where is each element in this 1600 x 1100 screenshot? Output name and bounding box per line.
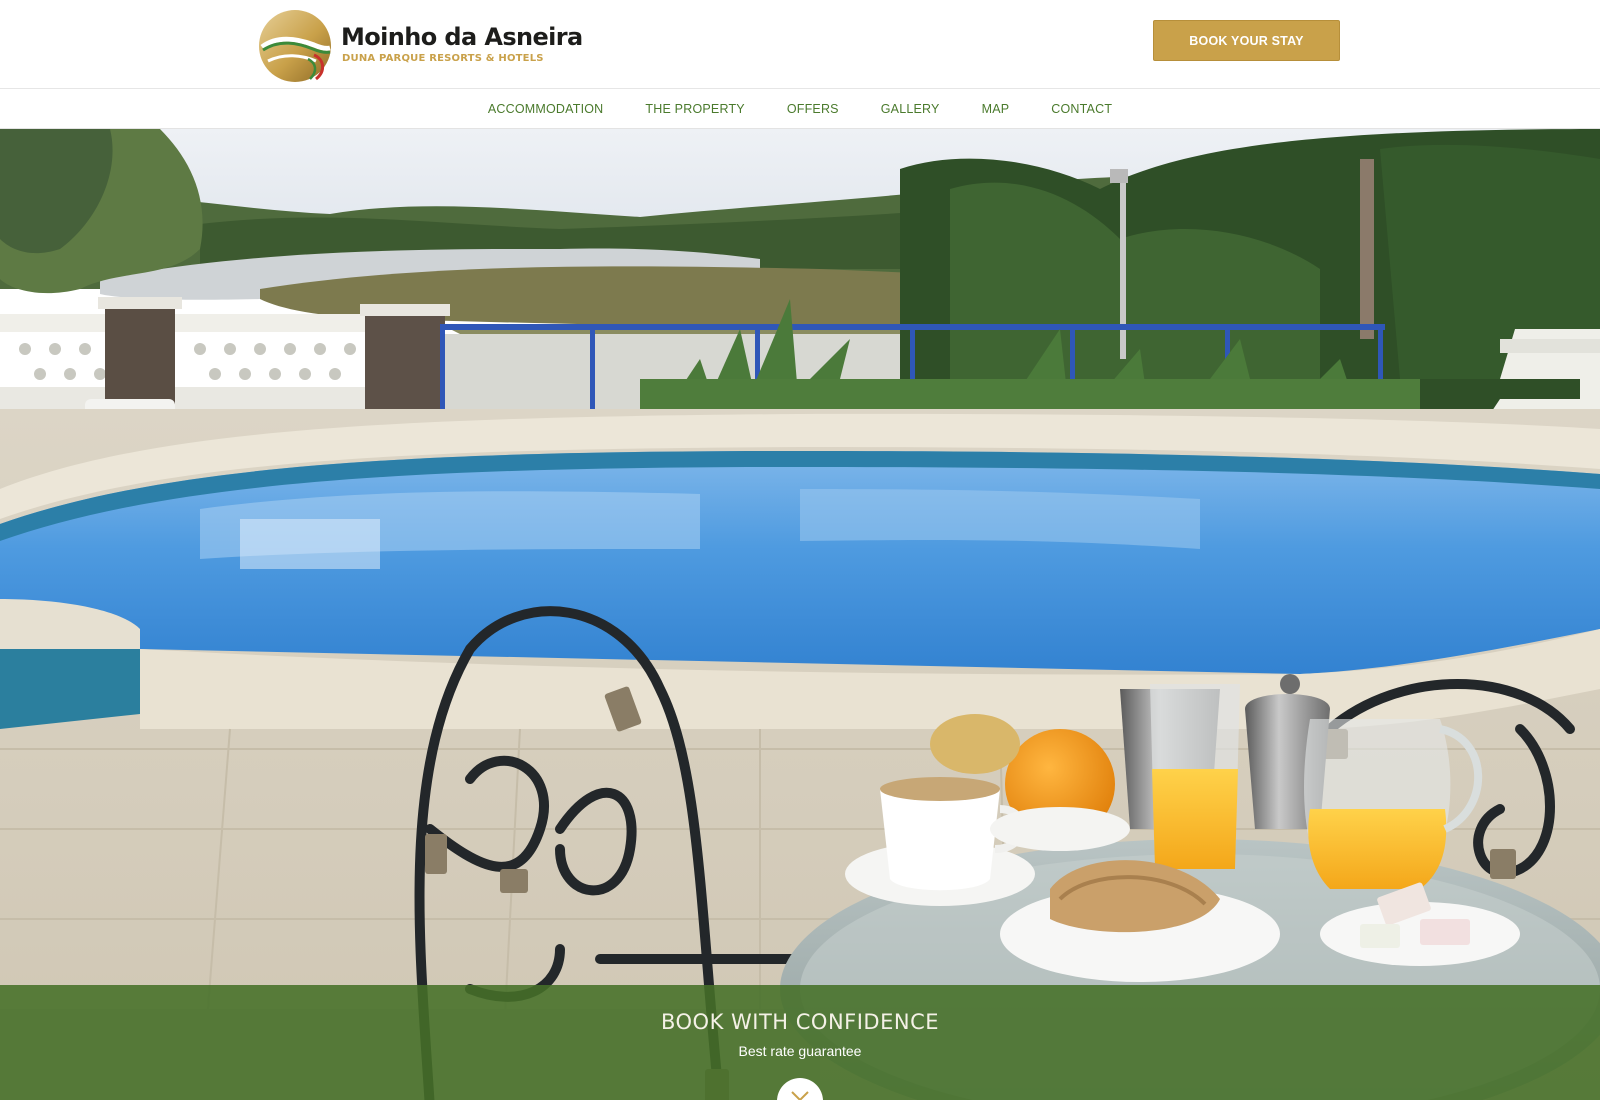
site-header: Moinho da Asneira DUNA PARQUE RESORTS & … <box>0 0 1600 89</box>
band-subtitle: Best rate guarantee <box>738 1043 862 1059</box>
nav-item-offers[interactable]: OFFERS <box>787 89 839 129</box>
nav-list: ACCOMMODATION THE PROPERTY OFFERS GALLER… <box>0 89 1600 129</box>
hero-section <box>0 129 1600 1100</box>
main-nav: ACCOMMODATION THE PROPERTY OFFERS GALLER… <box>0 89 1600 129</box>
nav-item-gallery[interactable]: GALLERY <box>881 89 940 129</box>
band-title: BOOK WITH CONFIDENCE <box>660 1010 940 1034</box>
nav-item-the-property[interactable]: THE PROPERTY <box>645 89 744 129</box>
logo-mark-icon <box>259 10 331 82</box>
nav-item-contact[interactable]: CONTACT <box>1051 89 1112 129</box>
book-your-stay-button[interactable]: BOOK YOUR STAY <box>1153 20 1340 61</box>
nav-item-accommodation[interactable]: ACCOMMODATION <box>488 89 604 129</box>
brand-name: Moinho da Asneira <box>341 23 583 51</box>
nav-item-map[interactable]: MAP <box>982 89 1010 129</box>
chevron-down-icon <box>791 1091 809 1100</box>
brand-tagline: DUNA PARQUE RESORTS & HOTELS <box>342 53 544 64</box>
hero-image <box>0 129 1600 1100</box>
logo[interactable]: Moinho da Asneira DUNA PARQUE RESORTS & … <box>258 9 583 83</box>
